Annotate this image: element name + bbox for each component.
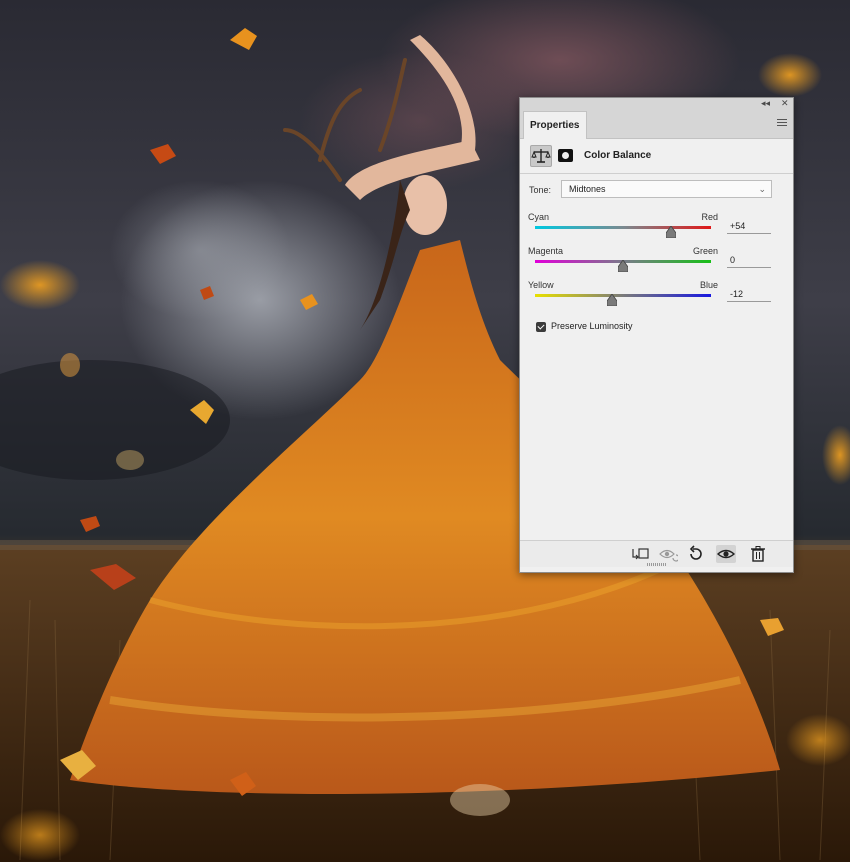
cyan-red-slider-thumb[interactable] xyxy=(665,226,676,238)
yellow-blue-value-input[interactable]: -12 xyxy=(727,288,771,302)
panel-menu-icon[interactable] xyxy=(777,119,787,128)
visibility-eye-icon[interactable] xyxy=(716,545,736,563)
properties-panel: ◂◂ ✕ Properties Color Balance Tone: Midt… xyxy=(519,97,794,573)
slider-left-label: Magenta xyxy=(528,246,564,256)
close-panel-icon[interactable]: ✕ xyxy=(781,97,789,111)
preserve-luminosity-checkbox[interactable] xyxy=(536,322,546,332)
collapse-panel-icon[interactable]: ◂◂ xyxy=(761,97,770,111)
cyan-red-slider-group: Cyan Red +54 xyxy=(528,212,785,242)
panel-footer xyxy=(520,540,793,567)
panel-title-bar[interactable]: ◂◂ ✕ xyxy=(520,98,793,112)
reset-icon[interactable] xyxy=(686,545,706,563)
slider-right-label: Red xyxy=(701,212,718,222)
tab-properties[interactable]: Properties xyxy=(523,111,587,139)
layer-mask-icon[interactable] xyxy=(558,149,573,162)
tone-label: Tone: xyxy=(529,185,552,195)
magenta-green-slider-group: Magenta Green 0 xyxy=(528,246,785,276)
adjustment-header: Color Balance xyxy=(530,145,783,169)
magenta-green-slider-thumb[interactable] xyxy=(618,260,628,272)
tone-dropdown[interactable]: Midtones ⌄ xyxy=(561,180,772,198)
yellow-blue-slider-group: Yellow Blue -12 xyxy=(528,280,785,310)
balance-scale-icon[interactable] xyxy=(530,145,552,167)
slider-left-label: Cyan xyxy=(528,212,550,222)
yellow-blue-slider-thumb[interactable] xyxy=(607,294,618,306)
cyan-red-value-input[interactable]: +54 xyxy=(727,220,771,234)
slider-right-label: Green xyxy=(692,246,718,256)
panel-resize-grip[interactable] xyxy=(646,563,667,566)
divider xyxy=(520,173,793,174)
adjustment-title: Color Balance xyxy=(584,150,652,161)
tone-dropdown-value: Midtones xyxy=(569,184,606,194)
cyan-red-slider-track[interactable] xyxy=(535,226,711,229)
magenta-green-value-input[interactable]: 0 xyxy=(727,254,771,268)
trash-icon[interactable] xyxy=(748,545,768,563)
slider-left-label: Yellow xyxy=(528,280,554,290)
clip-to-layer-icon[interactable] xyxy=(630,545,650,563)
yellow-blue-slider-track[interactable] xyxy=(535,294,711,297)
slider-right-label: Blue xyxy=(699,280,718,290)
chevron-down-icon: ⌄ xyxy=(758,185,766,195)
preserve-luminosity-label: Preserve Luminosity xyxy=(551,321,633,331)
panel-tab-row: Properties xyxy=(520,111,793,139)
view-previous-state-icon[interactable] xyxy=(658,545,678,563)
